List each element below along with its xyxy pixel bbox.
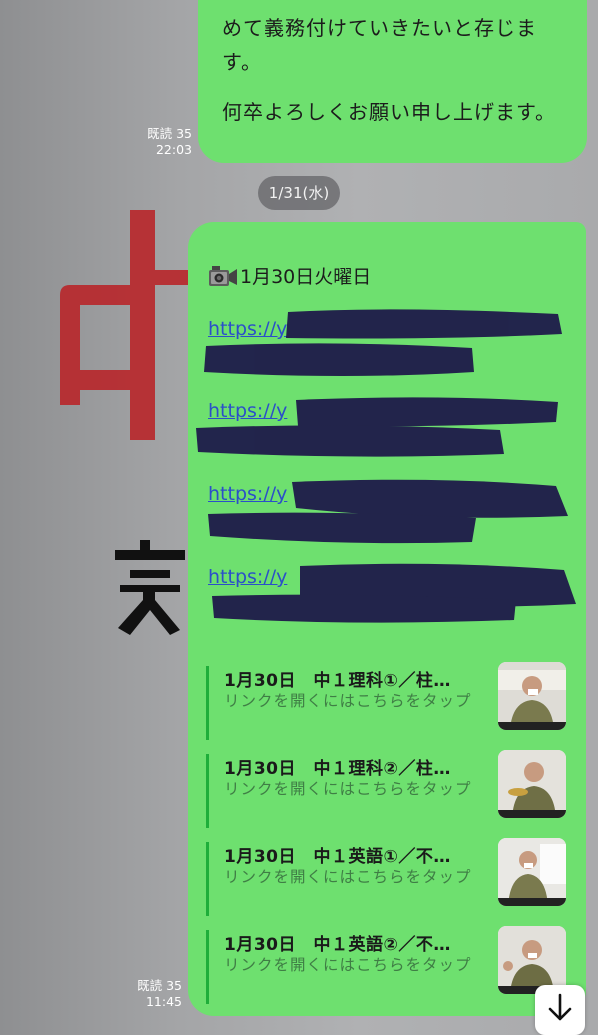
- preview-accent-bar: [206, 666, 209, 740]
- redaction-marks: [196, 309, 576, 623]
- preview-subtitle: リンクを開くにはこちらをタップ: [224, 692, 472, 710]
- message-heading: 1月30日火曜日: [208, 262, 371, 289]
- message-text-line: す。: [222, 50, 262, 74]
- background-black-character: [115, 540, 185, 635]
- video-thumbnail: [498, 926, 566, 994]
- message-time: 11:45: [145, 994, 182, 1009]
- link-preview-card[interactable]: 1月30日 中１理科①／柱… リンクを開くにはこちらをタップ: [206, 662, 568, 740]
- preview-title: 1月30日 中１理科②／柱…: [224, 759, 451, 779]
- message-text-line: 何卒よろしくお願い申し上げます。: [222, 100, 556, 124]
- scroll-to-bottom-button[interactable]: [535, 985, 585, 1035]
- video-thumbnail: [498, 662, 566, 730]
- preview-title: 1月30日 中１英語①／不…: [224, 847, 451, 867]
- preview-accent-bar: [206, 754, 209, 828]
- preview-accent-bar: [206, 930, 209, 1004]
- date-separator: 1/31(水): [258, 176, 340, 210]
- video-thumbnail: [498, 838, 566, 906]
- link-preview-card[interactable]: 1月30日 中１理科②／柱… リンクを開くにはこちらをタップ: [206, 750, 568, 828]
- video-thumbnail: [498, 750, 566, 818]
- heading-text: 1月30日火曜日: [240, 266, 372, 288]
- read-receipt: 既読 35 22:03: [132, 126, 192, 158]
- preview-subtitle: リンクを開くにはこちらをタップ: [224, 780, 472, 798]
- preview-title: 1月30日 中１理科①／柱…: [224, 671, 451, 691]
- read-label: 既読 35: [147, 126, 192, 141]
- read-receipt: 既読 35 11:45: [122, 978, 182, 1010]
- arrow-down-icon: [548, 993, 572, 1021]
- video-camera-icon: [209, 265, 237, 286]
- link-preview-card[interactable]: 1月30日 中１英語①／不… リンクを開くにはこちらをタップ: [206, 838, 568, 916]
- message-time: 22:03: [155, 142, 192, 157]
- message-text-line: めて義務付けていきたいと存じま: [222, 16, 537, 40]
- background-red-character: [60, 210, 190, 440]
- preview-accent-bar: [206, 842, 209, 916]
- link-preview-card[interactable]: 1月30日 中１英語②／不… リンクを開くにはこちらをタップ: [206, 926, 568, 1004]
- preview-title: 1月30日 中１英語②／不…: [224, 935, 451, 955]
- read-label: 既読 35: [137, 978, 182, 993]
- preview-subtitle: リンクを開くにはこちらをタップ: [224, 868, 472, 886]
- preview-subtitle: リンクを開くにはこちらをタップ: [224, 956, 472, 974]
